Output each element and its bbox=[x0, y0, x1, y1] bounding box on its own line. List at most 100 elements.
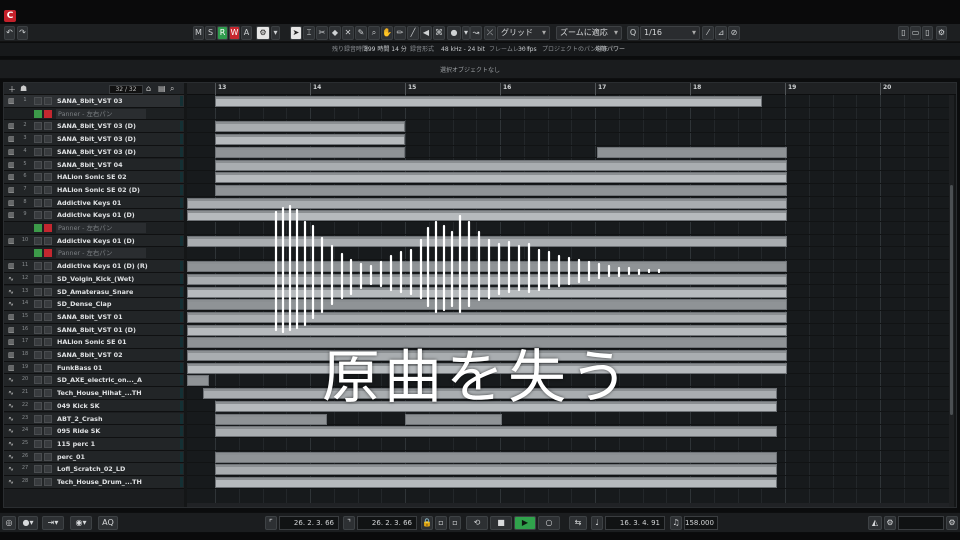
solo-button[interactable] bbox=[44, 478, 52, 486]
mute-button[interactable] bbox=[34, 338, 42, 347]
track-row[interactable]: ▥ 4 SANA_8bit_VST 03 (D) bbox=[4, 145, 184, 159]
solo-button[interactable] bbox=[44, 147, 52, 156]
track-row[interactable]: ▥ 1 SANA_8bit_VST 03 bbox=[4, 95, 184, 108]
right-locator-field[interactable]: 26. 2. 3. 66 bbox=[357, 516, 417, 530]
write-button[interactable] bbox=[44, 109, 52, 118]
left-locator-field[interactable]: 26. 2. 3. 66 bbox=[279, 516, 339, 530]
marker-icon[interactable]: ◭ bbox=[868, 516, 882, 530]
solo-mode-button[interactable]: S bbox=[205, 26, 216, 40]
mute-button[interactable] bbox=[34, 312, 42, 321]
redo-icon[interactable]: ↷ bbox=[17, 26, 28, 40]
quantize-select[interactable]: 1/16 bbox=[640, 26, 700, 40]
event-part[interactable] bbox=[215, 159, 787, 171]
track-row[interactable]: ∿ 22 049 Kick SK bbox=[4, 399, 184, 413]
solo-button[interactable] bbox=[44, 439, 52, 448]
solo-button[interactable] bbox=[44, 325, 52, 334]
track-row[interactable]: ▥ 6 HALion Sonic SE 02 bbox=[4, 171, 184, 184]
track-row[interactable]: ∿ 25 115 perc 1 bbox=[4, 437, 184, 451]
automation-lane[interactable]: Panner - 左右パン bbox=[4, 247, 184, 261]
track-row[interactable]: ∿ 12 SD_Volgin_Kick_(Wet) bbox=[4, 272, 184, 286]
track-row[interactable]: ▥ 10 Addictive Keys 01 (D) bbox=[4, 234, 184, 248]
solo-button[interactable] bbox=[44, 211, 52, 220]
track-row[interactable]: ▥ 5 SANA_8bit_VST 04 bbox=[4, 158, 184, 172]
event-part[interactable] bbox=[187, 375, 209, 387]
tempo-field[interactable]: 158.000 bbox=[684, 516, 718, 530]
auto-mode-button[interactable]: A bbox=[241, 26, 252, 40]
lock-icon[interactable]: 🔒 bbox=[421, 516, 433, 530]
solo-button[interactable] bbox=[44, 427, 52, 436]
position-field[interactable]: 16. 3. 4. 91 bbox=[605, 516, 665, 530]
track-row[interactable]: ▥ 18 SANA_8bit_VST 02 bbox=[4, 349, 184, 362]
mute-button[interactable] bbox=[34, 236, 42, 245]
track-row[interactable]: ▥ 16 SANA_8bit_VST 01 (D) bbox=[4, 323, 184, 337]
track-row[interactable]: ▥ 3 SANA_8bit_VST 03 (D) bbox=[4, 133, 184, 146]
mute-button[interactable] bbox=[34, 160, 42, 169]
write-automation-button[interactable]: W bbox=[229, 26, 240, 40]
mute-button[interactable] bbox=[34, 135, 42, 144]
punch-icon[interactable]: ⇥▾ bbox=[42, 516, 64, 530]
solo-button[interactable] bbox=[44, 236, 52, 245]
event-part[interactable] bbox=[187, 235, 787, 247]
line-tool-icon[interactable]: ╱ bbox=[407, 26, 419, 40]
speaker-tool-icon[interactable]: ◀ bbox=[420, 26, 432, 40]
gear-icon[interactable]: ⚙ bbox=[936, 26, 947, 40]
metronome-link-icon[interactable]: ⇆ bbox=[569, 516, 587, 530]
event-part[interactable] bbox=[187, 286, 787, 298]
mute-button[interactable] bbox=[34, 389, 42, 398]
automation-mode-icon[interactable]: ⚙ bbox=[256, 26, 270, 40]
solo-button[interactable] bbox=[44, 274, 52, 283]
event-part[interactable] bbox=[215, 464, 777, 476]
track-row[interactable]: ▥ 9 Addictive Keys 01 (D) bbox=[4, 209, 184, 222]
snap-toggle-icon[interactable]: ⤫ bbox=[484, 26, 496, 40]
track-row[interactable]: ∿ 24 095 Ride SK bbox=[4, 425, 184, 438]
stop-button[interactable]: ■ bbox=[490, 516, 512, 530]
event-part[interactable] bbox=[215, 96, 762, 107]
mute-button[interactable] bbox=[34, 325, 42, 334]
track-row[interactable]: ∿ 27 Lofi_Scratch_02_LD bbox=[4, 463, 184, 476]
event-part[interactable] bbox=[187, 261, 787, 273]
solo-button[interactable] bbox=[44, 312, 52, 321]
read-automation-button[interactable]: R bbox=[217, 26, 228, 40]
meter-icon[interactable]: ⚙ bbox=[884, 516, 896, 530]
mute-button[interactable] bbox=[34, 452, 42, 461]
track-row[interactable]: ▥ 15 SANA_8bit_VST 01 bbox=[4, 310, 184, 324]
write-button[interactable] bbox=[44, 249, 52, 258]
zoom-tool-icon[interactable]: ⌕ bbox=[368, 26, 380, 40]
vertical-scrollbar[interactable] bbox=[949, 95, 954, 507]
list-icon[interactable]: ▤ bbox=[158, 84, 166, 93]
event-part[interactable] bbox=[215, 413, 327, 425]
add-track-icon[interactable]: ＋ bbox=[8, 84, 16, 95]
solo-button[interactable] bbox=[44, 287, 52, 296]
mute-button[interactable] bbox=[34, 173, 42, 182]
mute-button[interactable] bbox=[34, 122, 42, 131]
mute-button[interactable] bbox=[34, 414, 42, 423]
auto-scroll-icon[interactable]: ↝ bbox=[470, 26, 482, 40]
event-part[interactable] bbox=[215, 134, 405, 146]
record-button[interactable]: ○ bbox=[538, 516, 560, 530]
mute-button[interactable] bbox=[34, 262, 42, 271]
mute-button[interactable] bbox=[34, 439, 42, 448]
left-zone-icon[interactable]: ▯ bbox=[898, 26, 909, 40]
read-button[interactable] bbox=[34, 224, 42, 232]
track-row[interactable]: ▥ 19 FunkBass 01 bbox=[4, 361, 184, 375]
event-part[interactable] bbox=[215, 451, 777, 463]
solo-button[interactable] bbox=[44, 414, 52, 423]
quantize-reset-icon[interactable]: ⊘ bbox=[728, 26, 740, 40]
track-options-icon[interactable]: ☗ bbox=[20, 84, 27, 93]
cycle-record-icon[interactable]: ◉▾ bbox=[70, 516, 92, 530]
track-row[interactable]: ∿ 13 SD_Amaterasu_Snare bbox=[4, 285, 184, 299]
timeline-ruler[interactable]: 13 14 15 16 17 18 19 20 bbox=[187, 83, 956, 95]
color-tool-icon[interactable]: ● bbox=[447, 26, 461, 40]
chevron-down-icon[interactable]: ▾ bbox=[271, 26, 280, 40]
quantize-icon[interactable]: Q bbox=[627, 26, 639, 40]
zoom-mode-select[interactable]: ズームに適応 bbox=[556, 26, 622, 40]
mute-button[interactable] bbox=[34, 427, 42, 436]
mute-mode-button[interactable]: M bbox=[193, 26, 204, 40]
draw-tool-icon[interactable]: ✎ bbox=[355, 26, 367, 40]
track-row[interactable]: ∿ 21 Tech_House_Hihat_...TH bbox=[4, 387, 184, 400]
mute-button[interactable] bbox=[34, 287, 42, 296]
quantize-apply-icon[interactable]: ⊿ bbox=[715, 26, 727, 40]
event-part[interactable] bbox=[215, 172, 787, 184]
pointer-tool-icon[interactable]: ➤ bbox=[290, 26, 302, 40]
solo-button[interactable] bbox=[44, 97, 52, 105]
